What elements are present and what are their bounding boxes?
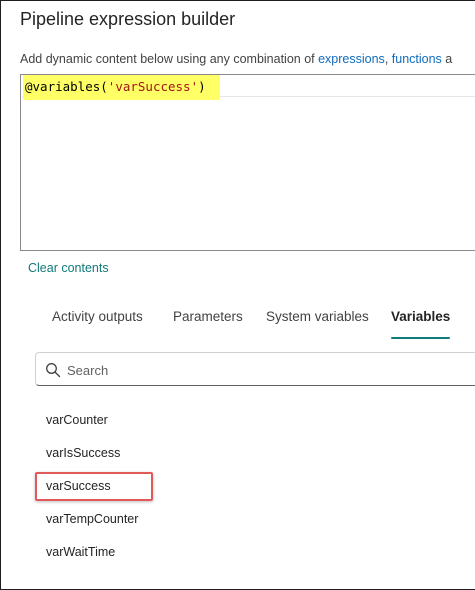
variable-item-varIsSuccess[interactable]: varIsSuccess [46,446,120,460]
dialog-title: Pipeline expression builder [20,9,236,29]
search-box[interactable] [35,352,475,386]
code-close-paren: ) [198,79,206,94]
variable-item-varCounter[interactable]: varCounter [46,413,108,427]
annotation-highlight-box [35,472,153,501]
dialog-description: Add dynamic content below using any comb… [20,52,452,66]
tab-activity-outputs[interactable]: Activity outputs [52,309,143,339]
code-function: @variables( [25,79,108,94]
variable-item-varTempCounter[interactable]: varTempCounter [46,512,138,526]
tab-parameters[interactable]: Parameters [173,309,243,339]
description-tail: a [441,52,453,66]
variable-item-varWaitTime[interactable]: varWaitTime [46,545,115,559]
tab-bar: Activity outputs Parameters System varia… [40,309,475,339]
description-separator: , [384,52,392,66]
tab-variables[interactable]: Variables [391,309,451,339]
clear-contents-link[interactable]: Clear contents [28,261,109,275]
expression-editor[interactable]: @variables('varSuccess') [20,74,475,251]
tab-system-variables[interactable]: System variables [266,309,369,339]
expressions-link[interactable]: expressions [318,52,385,66]
expression-builder-dialog: Pipeline expression builder Add dynamic … [0,0,475,590]
code-string: 'varSuccess' [107,79,199,94]
functions-link[interactable]: functions [392,52,442,66]
description-text: Add dynamic content below using any comb… [20,52,319,66]
search-icon [46,363,61,378]
search-input[interactable] [65,360,465,380]
expression-code[interactable]: @variables('varSuccess') [23,75,220,100]
